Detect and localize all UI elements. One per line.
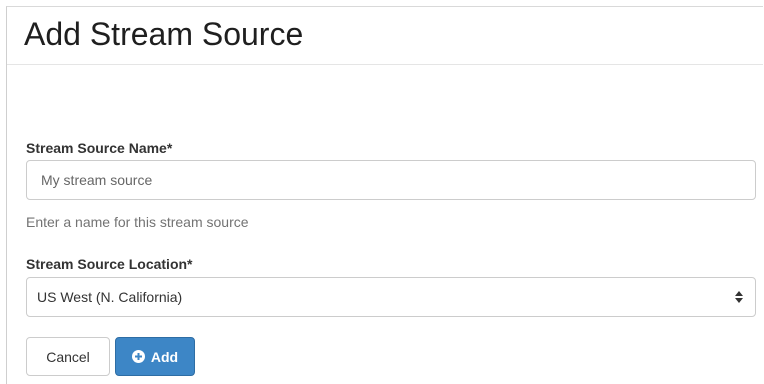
stream-source-location-label: Stream Source Location*	[26, 256, 193, 272]
add-button-label: Add	[150, 348, 179, 365]
location-selected-value: US West (N. California)	[37, 289, 183, 305]
form-actions: Cancel Add	[26, 337, 195, 376]
stream-source-name-help: Enter a name for this stream source	[26, 214, 249, 230]
add-button[interactable]: Add	[115, 337, 195, 376]
dialog-header: Add Stream Source	[7, 7, 763, 65]
plus-circle-icon	[131, 350, 145, 363]
stream-source-location-select[interactable]: US West (N. California)	[26, 277, 756, 317]
cancel-button[interactable]: Cancel	[26, 337, 110, 376]
stream-source-name-label: Stream Source Name*	[26, 140, 173, 156]
page-title: Add Stream Source	[24, 16, 304, 52]
cancel-button-label: Cancel	[46, 348, 90, 365]
add-stream-source-dialog: Add Stream Source Stream Source Name* En…	[6, 6, 763, 384]
select-updown-icon	[735, 291, 743, 303]
stream-source-name-input[interactable]	[26, 160, 756, 200]
